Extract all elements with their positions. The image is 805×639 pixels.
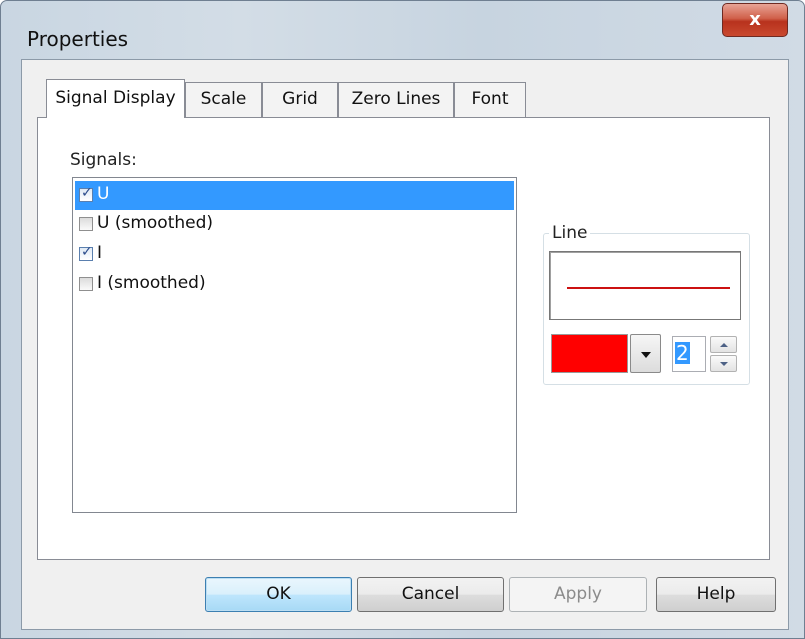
tab-font[interactable]: Font: [454, 82, 526, 117]
apply-button[interactable]: Apply: [509, 577, 647, 612]
tab-zero-lines[interactable]: Zero Lines: [338, 82, 454, 117]
color-dropdown-button[interactable]: [630, 334, 661, 373]
tab-scale[interactable]: Scale: [185, 82, 262, 117]
line-width-value: 2: [675, 341, 690, 365]
list-item-label: I: [97, 243, 103, 263]
signals-list[interactable]: U U (smoothed) I I (smoothed): [72, 177, 517, 513]
tab-signal-display[interactable]: Signal Display: [46, 79, 185, 118]
list-item[interactable]: U (smoothed): [75, 210, 514, 239]
checkbox-checked[interactable]: [79, 185, 93, 202]
signals-label: Signals:: [70, 150, 137, 170]
checkbox-unchecked[interactable]: [79, 277, 93, 291]
list-item-label: I (smoothed): [97, 273, 206, 293]
list-item[interactable]: U: [75, 181, 514, 210]
line-width-input[interactable]: 2: [672, 336, 706, 372]
close-button[interactable]: x: [722, 3, 788, 37]
cancel-button[interactable]: Cancel: [357, 577, 504, 612]
tab-grid[interactable]: Grid: [262, 82, 338, 117]
checkbox-checked[interactable]: [79, 244, 93, 261]
help-button[interactable]: Help: [656, 577, 776, 612]
line-color-swatch[interactable]: [551, 334, 628, 373]
checkbox-unchecked[interactable]: [79, 217, 93, 231]
list-item-label: U (smoothed): [97, 213, 214, 233]
line-width-spinner[interactable]: [710, 336, 737, 372]
spin-down-button[interactable]: [710, 355, 737, 372]
list-item[interactable]: I: [75, 240, 514, 269]
line-group-label: Line: [549, 223, 591, 243]
line-preview-stroke: [567, 287, 730, 289]
line-preview: [549, 251, 741, 320]
spin-up-button[interactable]: [710, 336, 737, 353]
list-item-label: U: [97, 184, 110, 204]
close-icon: x: [749, 9, 761, 30]
list-item[interactable]: I (smoothed): [75, 270, 514, 299]
window-title: Properties: [27, 27, 129, 51]
ok-button[interactable]: OK: [205, 577, 352, 612]
